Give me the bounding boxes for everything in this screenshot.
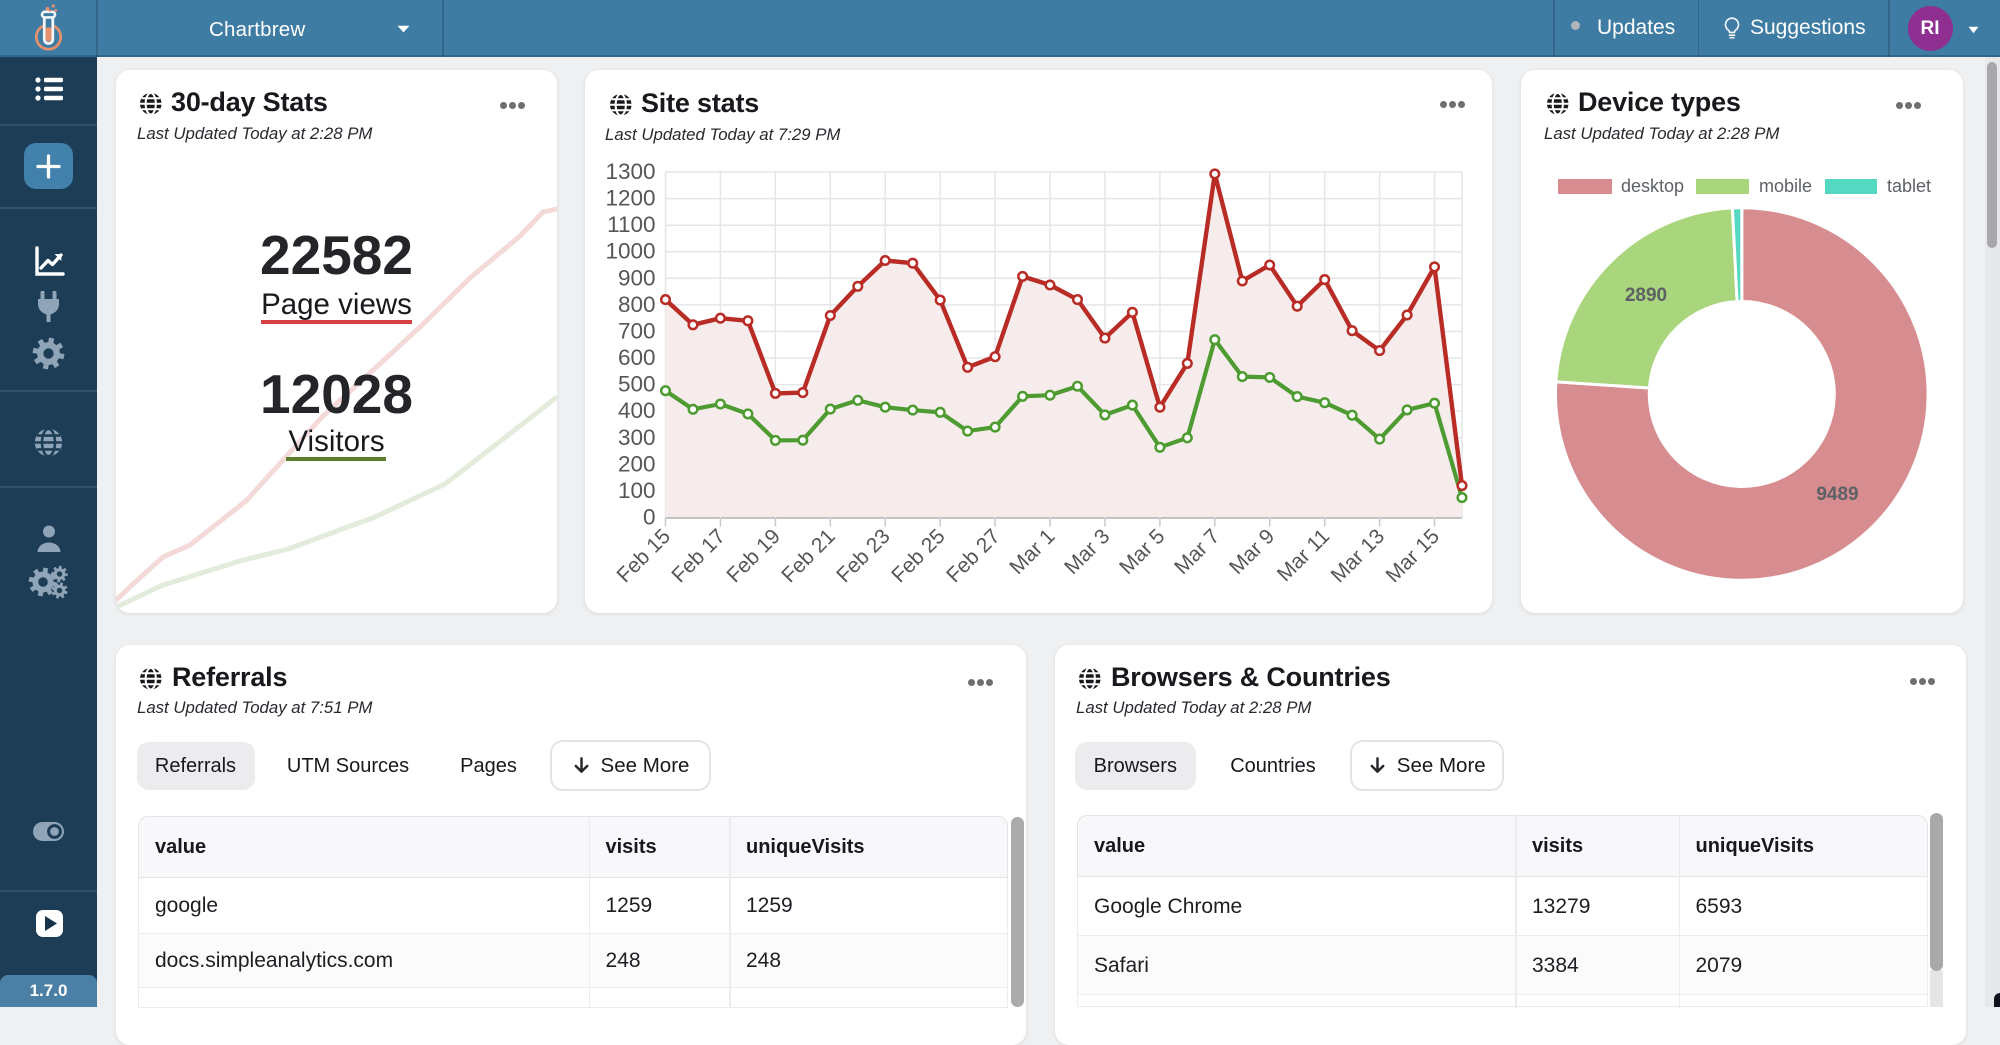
- svg-text:Feb 19: Feb 19: [722, 525, 785, 588]
- svg-text:Mar 9: Mar 9: [1225, 525, 1279, 579]
- svg-text:Feb 25: Feb 25: [887, 525, 950, 588]
- svg-text:Feb 23: Feb 23: [832, 525, 895, 588]
- svg-text:Mar 15: Mar 15: [1382, 525, 1444, 587]
- svg-text:400: 400: [618, 398, 656, 423]
- svg-text:Feb 17: Feb 17: [667, 525, 730, 588]
- svg-text:1200: 1200: [605, 186, 655, 211]
- svg-text:1000: 1000: [605, 239, 655, 264]
- svg-text:800: 800: [618, 292, 656, 317]
- svg-text:600: 600: [618, 345, 656, 370]
- svg-text:9489: 9489: [1816, 484, 1858, 505]
- svg-text:200: 200: [618, 451, 656, 476]
- svg-text:Feb 15: Feb 15: [613, 525, 676, 588]
- svg-text:300: 300: [618, 425, 656, 450]
- svg-text:700: 700: [618, 319, 656, 344]
- svg-text:900: 900: [618, 265, 656, 290]
- svg-text:Feb 21: Feb 21: [777, 525, 840, 588]
- svg-text:Mar 5: Mar 5: [1115, 525, 1169, 579]
- svg-text:2890: 2890: [1625, 285, 1667, 306]
- svg-text:Mar 13: Mar 13: [1327, 525, 1389, 587]
- svg-text:1300: 1300: [605, 159, 655, 184]
- svg-text:1100: 1100: [607, 212, 655, 237]
- svg-text:Feb 27: Feb 27: [942, 525, 1005, 588]
- svg-text:Mar 3: Mar 3: [1060, 525, 1114, 579]
- svg-text:0: 0: [643, 505, 656, 530]
- svg-text:Mar 7: Mar 7: [1170, 525, 1224, 579]
- svg-text:500: 500: [618, 372, 656, 397]
- svg-text:Mar 1: Mar 1: [1005, 525, 1059, 579]
- svg-text:Mar 11: Mar 11: [1273, 525, 1334, 586]
- svg-text:100: 100: [618, 478, 656, 503]
